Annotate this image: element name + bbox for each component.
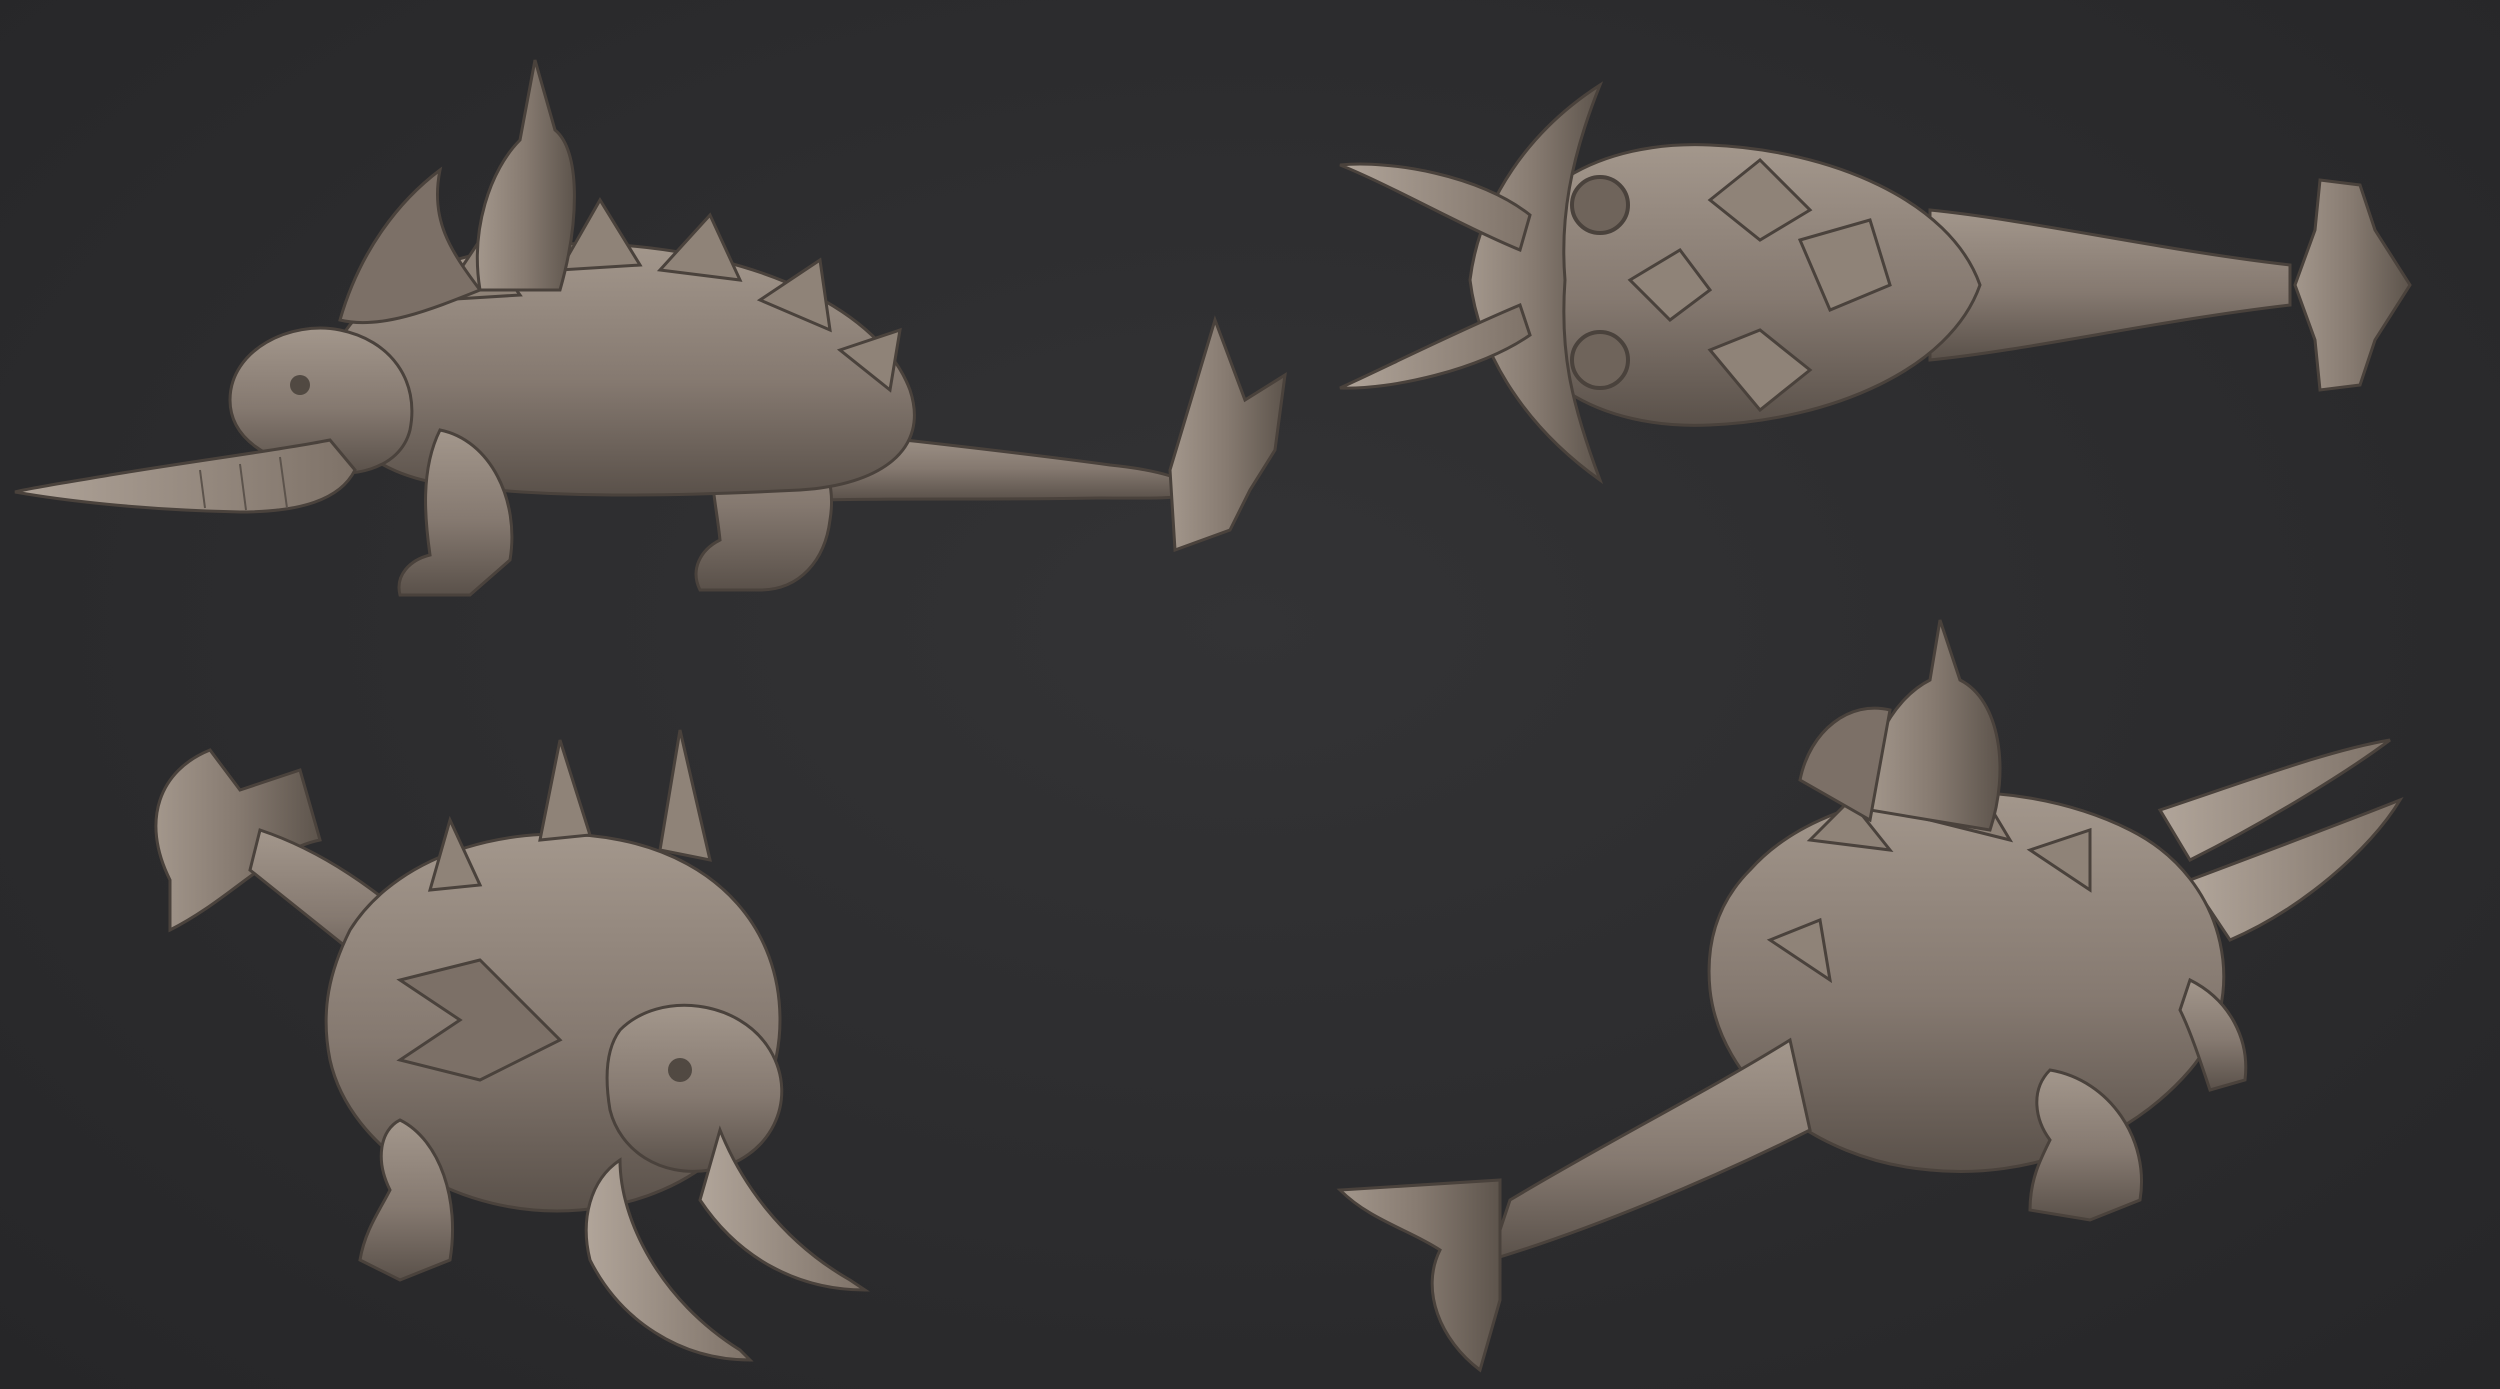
- creature-sculpt-front: [154, 729, 870, 1362]
- back-three-quarter-view: [1336, 619, 2404, 1373]
- fore-leg: [2178, 977, 2248, 1092]
- creature-sculpt-back: [1336, 619, 2404, 1373]
- creature-sculpt-top: [1339, 81, 2412, 485]
- side-view: [14, 59, 1287, 597]
- eye: [290, 375, 310, 395]
- front-three-quarter-view: [154, 729, 870, 1362]
- eye-stalk-right: [1570, 330, 1630, 390]
- tail-fin: [2293, 178, 2412, 392]
- tail: [1928, 208, 2292, 362]
- head: [605, 1003, 784, 1173]
- tail: [1487, 1037, 1812, 1263]
- tusk-horn: [14, 438, 357, 514]
- eye: [668, 1058, 692, 1082]
- render-canvas: [0, 0, 2500, 1389]
- back-feathers: [338, 166, 483, 325]
- eye-stalk-left: [1570, 175, 1630, 235]
- horn-left: [698, 1125, 870, 1292]
- creature-sculpt-side: [14, 59, 1287, 597]
- tail-fin: [1336, 1178, 1502, 1373]
- tail-fin: [1168, 315, 1287, 553]
- top-view: [1339, 81, 2412, 485]
- horn-upper: [1339, 162, 1532, 253]
- dorsal-spike: [475, 59, 576, 292]
